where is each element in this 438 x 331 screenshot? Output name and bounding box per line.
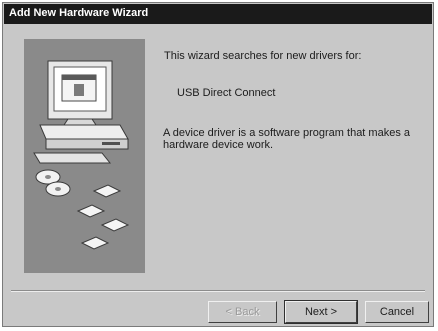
button-separator — [11, 290, 425, 292]
device-name: USB Direct Connect — [177, 87, 276, 99]
wizard-window: Add New Hardware Wizard This wizard sear… — [2, 2, 434, 327]
title-bar[interactable]: Add New Hardware Wizard — [4, 4, 432, 24]
window-title: Add New Hardware Wizard — [9, 7, 149, 19]
intro-text: This wizard searches for new drivers for… — [164, 50, 362, 62]
description-line-1: A device driver is a software program th… — [163, 127, 410, 139]
description-line-2: hardware device work. — [163, 139, 274, 151]
wizard-illustration — [24, 39, 145, 273]
cancel-button[interactable]: Cancel — [365, 301, 429, 323]
next-button[interactable]: Next > — [284, 300, 358, 324]
back-button[interactable]: < Back — [208, 301, 277, 323]
computer-with-disks-icon — [33, 60, 130, 250]
